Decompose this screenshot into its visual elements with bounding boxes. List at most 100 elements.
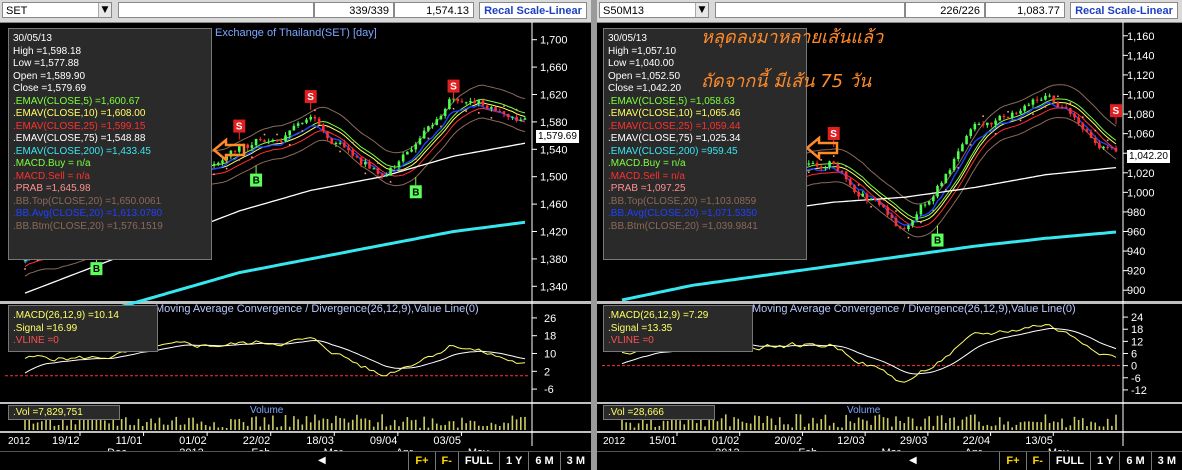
chart-window-s50m13: S50M13 ▼ 226/226 1,083.77 Recal Scale-Lin… (597, 0, 1182, 470)
candle-body (263, 140, 266, 143)
candle-body (815, 162, 819, 167)
volume-bar (465, 423, 467, 430)
candle-body (485, 105, 489, 109)
volume-bar (936, 415, 939, 430)
volume-bar (691, 419, 694, 430)
candle-body (994, 120, 997, 125)
volume-bar (410, 420, 413, 430)
volume-bar (255, 416, 257, 430)
price-tick-label: 920 (1127, 266, 1145, 278)
volume-bar (965, 416, 968, 430)
candle-body (849, 179, 852, 186)
volume-bar (907, 416, 910, 430)
three-month-button[interactable]: 3 M (1150, 452, 1182, 470)
candle-body (1048, 95, 1051, 97)
candle-body (414, 144, 418, 150)
scroll-left-icon[interactable]: ◀ (909, 452, 919, 470)
candle-body (981, 123, 985, 126)
candle-body (406, 151, 409, 155)
volume-bar (920, 426, 922, 430)
price-tick-label: 1,120 (1127, 70, 1155, 82)
six-month-button[interactable]: 6 M (1119, 452, 1150, 470)
candle-body (258, 139, 262, 141)
volume-bar (687, 420, 690, 430)
candle-body (1052, 95, 1056, 102)
price-legend-box: 30/05/13 High =1,057.10 Low =1,040.00 Open … (603, 28, 807, 260)
candle-body (1085, 129, 1089, 132)
chart-window-set: SET ▼ 339/339 1,574.13 Recal Scale-Linear… (0, 0, 591, 470)
volume-bar (766, 415, 769, 430)
candle-body (824, 167, 827, 169)
volume-bar (857, 417, 860, 430)
volume-bar (246, 425, 249, 430)
volume-bar (423, 416, 425, 430)
panel-separator (597, 431, 1182, 433)
volume-bar (444, 424, 446, 430)
parabolic-sar-dot (1106, 139, 1109, 142)
date-tick-label: 18/03 (306, 435, 334, 447)
parabolic-sar-dot (932, 209, 935, 212)
candle-body (410, 149, 413, 152)
price-tick-label: 1,140 (1127, 50, 1155, 62)
zoom-in-button[interactable]: F+ (999, 452, 1025, 470)
parabolic-sar-dot (301, 130, 304, 132)
date-tick-label: 03/05 (433, 435, 461, 447)
volume-bar (816, 423, 818, 430)
volume-bar (820, 419, 823, 430)
price-legend-box: 30/05/13 High =1,598.18 Low =1,577.88 Open … (8, 28, 212, 260)
volume-bar (953, 417, 955, 430)
price-tick-label: 1,460 (540, 199, 568, 211)
zoom-out-button[interactable]: F- (1025, 452, 1049, 470)
parabolic-sar-dot (1032, 113, 1034, 115)
scroll-left-icon[interactable]: ◀ (318, 452, 328, 470)
candle-body (477, 100, 481, 104)
parabolic-sar-dot (857, 184, 860, 186)
zoom-in-button[interactable]: F+ (408, 452, 434, 470)
volume-bar (347, 422, 350, 430)
candle-body (923, 204, 927, 206)
one-year-button[interactable]: 1 Y (499, 452, 528, 470)
volume-bar (251, 417, 253, 430)
volume-bar (448, 421, 451, 430)
volume-bar (494, 424, 497, 430)
full-range-button[interactable]: FULL (457, 452, 499, 470)
candle-body (853, 185, 856, 192)
volume-bar (666, 420, 669, 430)
candle-body (343, 142, 346, 148)
price-tick-label: 1,660 (540, 62, 568, 74)
volume-bar (171, 420, 173, 430)
legend-entry: .BB.Btm(CLOSE,20) =1,039.9841 (608, 220, 758, 232)
bottom-toolbar: ◀ F+ F- FULL 1 Y 6 M 3 M (0, 451, 591, 470)
volume-bar (654, 426, 657, 430)
volume-legend-box: .Vol =7,829,751 (8, 405, 120, 420)
six-month-button[interactable]: 6 M (528, 452, 559, 470)
legend-entry: .MACD.Sell = n/a (608, 170, 685, 182)
candle-body (296, 123, 300, 126)
legend-entry: .BB.Top(CLOSE,20) =1,103.0859 (608, 195, 757, 207)
date-tick-label: 22/02 (243, 435, 271, 447)
candle-body (511, 116, 514, 118)
volume-bar (729, 426, 731, 430)
volume-bar (414, 419, 417, 430)
volume-bar (503, 422, 505, 430)
parabolic-sar-dot (427, 137, 430, 140)
zoom-out-button[interactable]: F- (434, 452, 458, 470)
volume-bar (1040, 422, 1043, 430)
date-tick-label: 22/04 (963, 435, 991, 447)
candle-body (364, 161, 367, 165)
full-range-button[interactable]: FULL (1048, 452, 1090, 470)
volume-bar (849, 421, 852, 430)
one-year-button[interactable]: 1 Y (1090, 452, 1119, 470)
three-month-button[interactable]: 3 M (559, 452, 591, 470)
volume-bar (326, 418, 329, 430)
macd-tick-label: 0 (1131, 361, 1137, 373)
volume-bar (104, 420, 106, 430)
parabolic-sar-dot (326, 125, 329, 128)
price-tick-label: 1,080 (1127, 109, 1155, 121)
volume-title: Volume (250, 405, 284, 416)
volume-bar (515, 419, 518, 430)
date-tick-label: 29/03 (900, 435, 928, 447)
volume-bar (192, 417, 194, 430)
parabolic-sar-dot (477, 112, 480, 114)
candle-body (490, 107, 493, 109)
